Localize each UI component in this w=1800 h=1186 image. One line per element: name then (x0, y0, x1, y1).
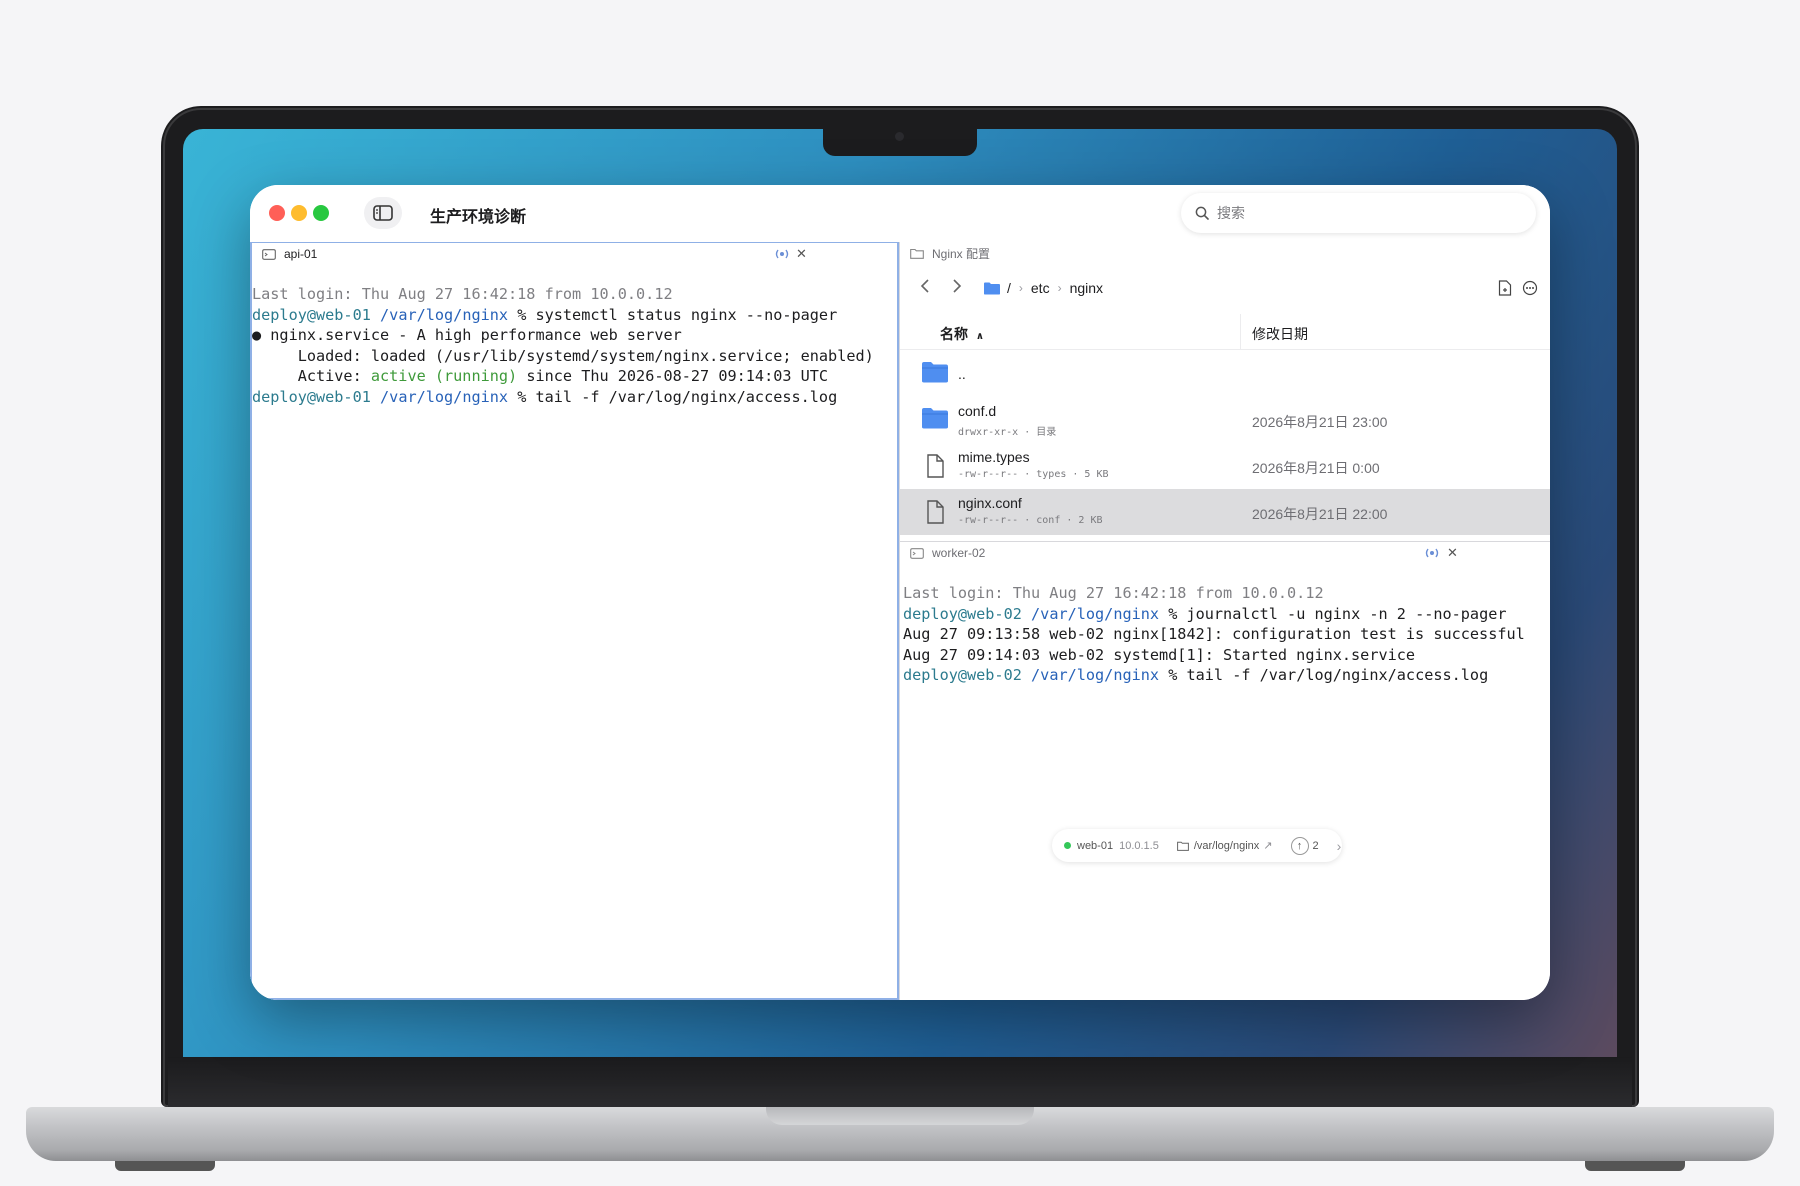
file-meta: -rw-r--r-- · conf · 2 KB (958, 515, 1103, 526)
terminal-line: Last login: Thu Aug 27 16:42:18 from 10.… (903, 584, 1324, 602)
zoom-window-button[interactable] (313, 205, 329, 221)
camera-icon (895, 132, 904, 141)
close-pane-icon[interactable]: ✕ (1447, 545, 1458, 561)
document-icon (927, 454, 944, 478)
laptop-opening-notch (766, 1107, 1034, 1125)
terminal-line: deploy@web-01 /var/log/nginx % tail -f /… (252, 387, 838, 406)
file-row[interactable]: mime.types -rw-r--r-- · types · 5 KB 2026年… (900, 443, 1550, 489)
breadcrumb-separator-icon: › (1057, 281, 1062, 295)
terminal-pane-api-01[interactable]: api-01 ✕ Last login: Thu Aug 27 16:42:18… (250, 242, 899, 1000)
name-column-header[interactable]: 名称 ∧ (940, 324, 984, 344)
upload-arrow-icon[interactable]: ↑ (1290, 836, 1309, 855)
laptop-foot (115, 1161, 215, 1171)
broadcast-icon[interactable] (774, 248, 790, 260)
status-host[interactable]: web-01 (1077, 840, 1113, 852)
terminal-line: Active: active (running) since Thu 2026-… (252, 367, 829, 385)
file-meta: -rw-r--r-- · types · 5 KB (958, 469, 1109, 480)
status-ip: 10.0.1.5 (1119, 839, 1159, 852)
terminal-line: deploy@web-02 /var/log/nginx % tail -f /… (903, 666, 1489, 684)
date-column-header[interactable]: 修改日期 (1252, 324, 1308, 344)
terminal-tab-header: api-01 ✕ (252, 243, 897, 265)
status-path[interactable]: /var/log/nginx (1194, 840, 1259, 852)
new-file-icon[interactable] (1498, 280, 1512, 296)
laptop-chin (168, 1057, 1632, 1107)
file-browser-tab-header: Nginx 配置 (900, 242, 1550, 264)
chevron-left-icon (920, 279, 929, 293)
sidebar-icon (373, 205, 393, 221)
sort-ascending-icon: ∧ (975, 331, 985, 342)
title-bar: 生产环境诊断 (250, 185, 1550, 242)
terminal-line: deploy@web-01 /var/log/nginx % systemctl… (252, 305, 838, 324)
file-date: 2026年8月21日 0:00 (1252, 460, 1380, 476)
search-input[interactable] (1217, 205, 1507, 221)
terminal-line: ● nginx.service - A high performance web… (252, 326, 682, 344)
file-date: 2026年8月21日 23:00 (1252, 414, 1388, 430)
folder-outline-icon (1176, 841, 1189, 851)
document-icon (927, 500, 944, 524)
terminal-line: Loaded: loaded (/usr/lib/systemd/system/… (252, 346, 874, 365)
search-icon (1195, 206, 1209, 220)
sidebar-toggle-button[interactable] (364, 197, 402, 229)
file-row[interactable]: .. (900, 351, 1550, 397)
session-status-bar: web-01 10.0.1.5 /var/log/nginx ↗ ↑ 2 › (1052, 829, 1342, 862)
search-field[interactable] (1181, 193, 1536, 233)
file-row[interactable]: conf.d drwxr-xr-x · 目录 2026年8月21日 23:00 (900, 397, 1550, 443)
terminal-output[interactable]: Last login: Thu Aug 27 16:42:18 from 10.… (900, 583, 1550, 686)
close-window-button[interactable] (269, 205, 285, 221)
folder-icon (984, 282, 1000, 294)
more-options-icon[interactable] (1522, 280, 1538, 296)
connected-status-icon (1064, 842, 1071, 849)
upload-count: 2 (1312, 839, 1319, 852)
breadcrumb-root[interactable]: / (1007, 280, 1011, 296)
file-name: nginx.conf (958, 495, 1022, 511)
laptop-foot (1585, 1161, 1685, 1171)
folder-outline-icon (910, 248, 924, 259)
broadcast-icon[interactable] (1424, 547, 1440, 559)
terminal-tab-label: worker-02 (932, 546, 986, 560)
terminal-tab-header: worker-02 ✕ (900, 542, 1550, 564)
chevron-right-icon (953, 279, 962, 293)
file-row[interactable]: nginx.conf -rw-r--r-- · conf · 2 KB 2026年8… (900, 489, 1550, 535)
file-name: .. (958, 366, 966, 382)
forward-button[interactable] (952, 278, 962, 299)
terminal-tab-label: api-01 (284, 247, 318, 261)
terminal-line: Last login: Thu Aug 27 16:42:18 from 10.… (252, 285, 673, 303)
terminal-line: deploy@web-02 /var/log/nginx % journalct… (903, 604, 1507, 623)
terminal-pane-worker-02[interactable]: worker-02 ✕ Last login: Thu Aug 27 16:42… (900, 541, 1550, 1000)
file-name: mime.types (958, 449, 1030, 465)
back-button[interactable] (920, 278, 930, 299)
terminal-icon (910, 547, 924, 559)
file-browser-tab-label: Nginx 配置 (932, 246, 991, 261)
app-window: 生产环境诊断 api-01 ✕ Last login: Thu Aug 27 1… (250, 185, 1550, 1000)
folder-icon (922, 362, 948, 383)
file-name: conf.d (958, 403, 997, 419)
breadcrumb-etc[interactable]: etc (1031, 280, 1050, 296)
terminal-icon (262, 248, 276, 260)
open-external-icon[interactable]: ↗ (1263, 839, 1272, 852)
terminal-output[interactable]: Last login: Thu Aug 27 16:42:18 from 10.… (252, 284, 897, 407)
close-pane-icon[interactable]: ✕ (796, 246, 807, 262)
folder-icon (922, 408, 948, 429)
breadcrumb-separator-icon: › (1018, 281, 1023, 295)
terminal-line: Aug 27 09:14:03 web-02 systemd[1]: Start… (903, 645, 1416, 664)
terminal-line: Aug 27 09:13:58 web-02 nginx[1842]: conf… (903, 625, 1525, 643)
file-list-header: 名称 ∧ 修改日期 (900, 314, 1550, 350)
chevron-right-icon[interactable]: › (1337, 838, 1342, 854)
minimize-window-button[interactable] (291, 205, 307, 221)
breadcrumb: / › etc › nginx (900, 272, 1550, 304)
window-title: 生产环境诊断 (430, 209, 527, 226)
file-date: 2026年8月21日 22:00 (1252, 506, 1388, 522)
file-meta: drwxr-xr-x · 目录 (958, 427, 1057, 438)
breadcrumb-nginx[interactable]: nginx (1070, 280, 1103, 296)
